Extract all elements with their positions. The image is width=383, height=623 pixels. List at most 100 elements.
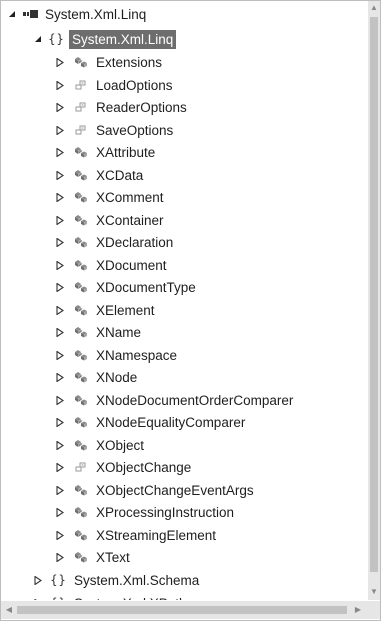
tree-node-label: System.Xml.XPath xyxy=(71,594,190,601)
tree-node-label: XObjectChange xyxy=(96,459,192,475)
tree-node-label: XNodeEqualityComparer xyxy=(96,414,246,430)
collapsed-triangle-icon[interactable] xyxy=(54,146,66,158)
collapsed-triangle-icon[interactable] xyxy=(54,259,66,271)
collapsed-triangle-icon[interactable] xyxy=(54,461,66,473)
tree-node-type[interactable]: XText xyxy=(0,546,368,568)
tree-node-label: XElement xyxy=(96,302,155,318)
tree-node-label: XObject xyxy=(96,437,145,453)
tree-node-type[interactable]: XContainer xyxy=(0,209,368,231)
scrollbar-corner xyxy=(368,601,380,619)
tree-node-type[interactable]: XStreamingElement xyxy=(0,524,368,546)
tree-node-type[interactable]: XObject xyxy=(0,434,368,456)
collapsed-triangle-icon[interactable] xyxy=(54,79,66,91)
tree-node-label: XNodeDocumentOrderComparer xyxy=(96,392,294,408)
class-icon xyxy=(72,393,89,407)
class-icon xyxy=(72,505,89,519)
horizontal-scrollbar[interactable]: ◀ ▶ xyxy=(1,601,368,619)
tree-node-label: XDeclaration xyxy=(96,234,174,250)
assembly-icon xyxy=(22,7,39,21)
class-icon xyxy=(72,213,89,227)
collapsed-triangle-icon[interactable] xyxy=(54,529,66,541)
enum-icon xyxy=(72,123,89,137)
horizontal-scrollbar-thumb[interactable] xyxy=(17,606,347,614)
object-browser-tree[interactable]: System.Xml.Linq {} System.Xml.Linq Exten… xyxy=(0,3,368,600)
expanded-triangle-icon[interactable] xyxy=(6,8,18,20)
collapsed-triangle-icon[interactable] xyxy=(54,281,66,293)
tree-node-type[interactable]: XNamespace xyxy=(0,344,368,366)
collapsed-triangle-icon[interactable] xyxy=(54,326,66,338)
tree-node-label: XDocument xyxy=(96,257,167,273)
collapsed-triangle-icon[interactable] xyxy=(54,56,66,68)
tree-node-namespace[interactable]: {} System.Xml.Linq xyxy=(0,28,368,50)
collapsed-triangle-icon[interactable] xyxy=(54,506,66,518)
tree-node-type[interactable]: LoadOptions xyxy=(0,74,368,96)
collapsed-triangle-icon[interactable] xyxy=(32,574,44,586)
tree-node-type[interactable]: Extensions xyxy=(0,51,368,73)
tree-node-label: Extensions xyxy=(96,54,163,70)
tree-node-type[interactable]: XElement xyxy=(0,299,368,321)
enum-icon xyxy=(72,460,89,474)
collapsed-triangle-icon[interactable] xyxy=(54,439,66,451)
class-icon xyxy=(72,415,89,429)
tree-node-type[interactable]: XDeclaration xyxy=(0,231,368,253)
vertical-scrollbar-thumb[interactable] xyxy=(370,17,378,572)
tree-node-type[interactable]: XName xyxy=(0,321,368,343)
scroll-left-arrow-icon[interactable]: ◀ xyxy=(4,605,14,615)
tree-node-type[interactable]: XDocumentType xyxy=(0,276,368,298)
tree-node-label: ReaderOptions xyxy=(96,99,187,115)
tree-node-type[interactable]: XObjectChangeEventArgs xyxy=(0,479,368,501)
collapsed-triangle-icon[interactable] xyxy=(54,394,66,406)
namespace-icon: {} xyxy=(50,573,67,587)
collapsed-triangle-icon[interactable] xyxy=(54,551,66,563)
tree-node-label: XObjectChangeEventArgs xyxy=(96,482,254,498)
tree-node-label: XDocumentType xyxy=(96,279,196,295)
namespace-icon: {} xyxy=(48,32,65,46)
tree-node-assembly[interactable]: System.Xml.Linq xyxy=(0,3,368,25)
tree-node-type[interactable]: XDocument xyxy=(0,254,368,276)
collapsed-triangle-icon[interactable] xyxy=(54,124,66,136)
tree-node-type[interactable]: XCData xyxy=(0,164,368,186)
tree-node-label: XText xyxy=(96,549,130,565)
class-icon xyxy=(72,258,89,272)
tree-node-type[interactable]: XAttribute xyxy=(0,141,368,163)
tree-node-type[interactable]: XComment xyxy=(0,186,368,208)
collapsed-triangle-icon[interactable] xyxy=(54,236,66,248)
tree-node-type[interactable]: XNodeDocumentOrderComparer xyxy=(0,389,368,411)
collapsed-triangle-icon[interactable] xyxy=(32,597,44,600)
class-icon xyxy=(72,528,89,542)
class-icon xyxy=(72,370,89,384)
collapsed-triangle-icon[interactable] xyxy=(54,484,66,496)
tree-node-label: XCData xyxy=(96,167,144,183)
class-icon xyxy=(72,168,89,182)
tree-node-type[interactable]: XProcessingInstruction xyxy=(0,501,368,523)
collapsed-triangle-icon[interactable] xyxy=(54,371,66,383)
tree-node-type[interactable]: ReaderOptions xyxy=(0,96,368,118)
enum-icon xyxy=(72,100,89,114)
class-icon xyxy=(72,550,89,564)
collapsed-triangle-icon[interactable] xyxy=(54,169,66,181)
tree-node-type[interactable]: SaveOptions xyxy=(0,119,368,141)
collapsed-triangle-icon[interactable] xyxy=(54,214,66,226)
vertical-scrollbar[interactable]: ▲ ▼ xyxy=(368,1,380,600)
class-icon xyxy=(72,325,89,339)
class-icon xyxy=(72,145,89,159)
tree-node-label: XNamespace xyxy=(96,347,178,363)
scroll-down-arrow-icon[interactable]: ▼ xyxy=(368,587,380,597)
collapsed-triangle-icon[interactable] xyxy=(54,349,66,361)
tree-node-namespace[interactable]: {} System.Xml.Schema xyxy=(0,569,368,591)
tree-node-type[interactable]: XObjectChange xyxy=(0,456,368,478)
class-icon xyxy=(72,55,89,69)
collapsed-triangle-icon[interactable] xyxy=(54,101,66,113)
tree-node-label: System.Xml.Linq xyxy=(69,29,177,49)
class-icon xyxy=(72,280,89,294)
collapsed-triangle-icon[interactable] xyxy=(54,304,66,316)
tree-node-namespace[interactable]: {} System.Xml.XPath xyxy=(0,592,368,600)
collapsed-triangle-icon[interactable] xyxy=(54,416,66,428)
collapsed-triangle-icon[interactable] xyxy=(54,191,66,203)
tree-node-type[interactable]: XNodeEqualityComparer xyxy=(0,411,368,433)
scroll-right-arrow-icon[interactable]: ▶ xyxy=(353,605,363,615)
scroll-up-arrow-icon[interactable]: ▲ xyxy=(368,3,380,13)
tree-node-label: SaveOptions xyxy=(96,122,174,138)
expanded-triangle-icon[interactable] xyxy=(32,33,44,45)
tree-node-type[interactable]: XNode xyxy=(0,366,368,388)
